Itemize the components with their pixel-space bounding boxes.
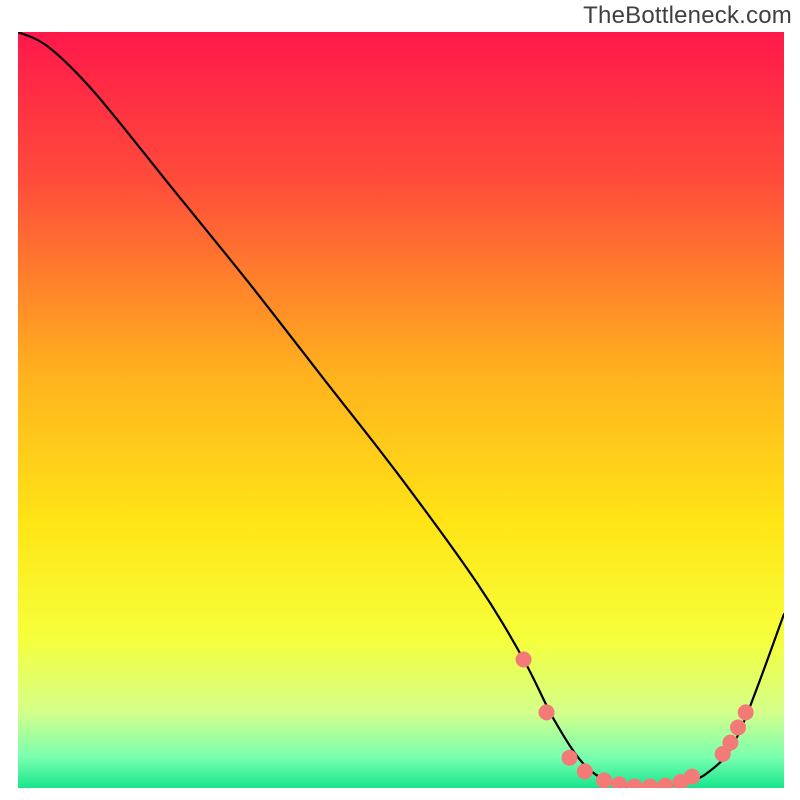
marker-dot — [562, 750, 578, 766]
chart-svg — [18, 32, 784, 788]
watermark-text: TheBottleneck.com — [583, 2, 792, 30]
marker-dot — [684, 769, 700, 785]
marker-dot — [539, 704, 555, 720]
chart-frame: TheBottleneck.com — [0, 0, 800, 800]
marker-dot — [738, 704, 754, 720]
marker-dot — [730, 720, 746, 736]
chart-plot-area — [18, 32, 784, 788]
gradient-background — [18, 32, 784, 788]
marker-dot — [577, 763, 593, 779]
marker-dot — [516, 651, 532, 667]
marker-dot — [722, 735, 738, 751]
marker-dot — [596, 772, 612, 788]
